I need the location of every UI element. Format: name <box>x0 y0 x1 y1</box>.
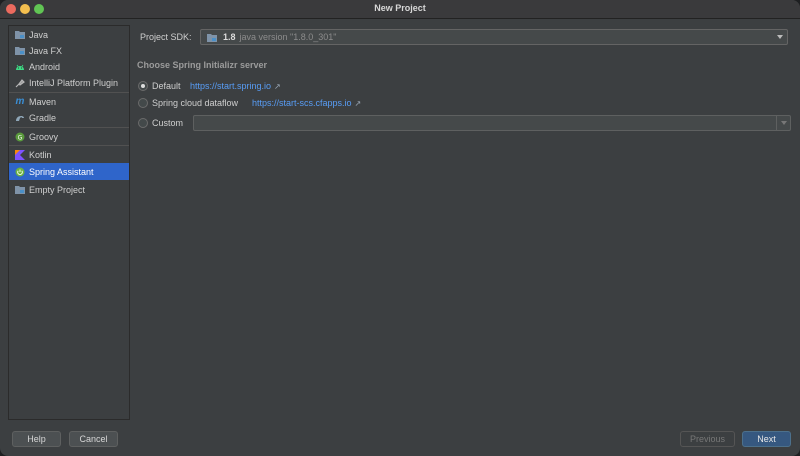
default-server-radio[interactable] <box>138 81 148 91</box>
plugin-icon <box>15 78 25 88</box>
custom-server-radio[interactable] <box>138 118 148 128</box>
spring-cloud-dataflow-link[interactable]: https://start-scs.cfapps.io ↗ <box>252 98 361 108</box>
svg-text:G: G <box>18 134 23 141</box>
spring-cloud-dataflow-radio[interactable] <box>138 98 148 108</box>
default-server-link[interactable]: https://start.spring.io ↗ <box>190 81 281 91</box>
link-text: https://start.spring.io <box>190 81 272 91</box>
sidebar-item-kotlin[interactable]: Kotlin <box>9 146 129 163</box>
sidebar-item-label: Empty Project <box>29 184 86 195</box>
spring-icon <box>15 167 25 177</box>
sidebar-item-label: Android <box>29 61 61 72</box>
external-link-icon: ↗ <box>354 99 362 108</box>
window-title: New Project <box>374 3 426 13</box>
sidebar-item-java-fx[interactable]: Java FX <box>9 42 129 59</box>
sidebar-item-java[interactable]: Java <box>9 26 129 43</box>
android-icon <box>15 62 25 72</box>
link-text: https://start-scs.cfapps.io <box>252 98 352 108</box>
kotlin-icon <box>15 149 25 160</box>
folder-icon <box>15 30 25 40</box>
external-link-icon: ↗ <box>274 82 281 91</box>
sidebar-item-label: IntelliJ Platform Plugin <box>29 77 119 88</box>
chevron-down-icon[interactable] <box>776 116 790 130</box>
sidebar-item-maven[interactable]: m Maven <box>9 93 129 110</box>
sidebar-item-label: Maven <box>29 96 57 107</box>
groovy-icon: G <box>15 132 25 142</box>
project-sdk-dropdown[interactable]: 1.8 java version "1.8.0_301" <box>200 29 788 45</box>
folder-icon <box>15 46 25 56</box>
project-sdk-label: Project SDK: <box>140 32 192 42</box>
default-server-label: Default <box>152 81 181 91</box>
sidebar-item-label: Java FX <box>29 45 63 56</box>
sidebar-item-groovy[interactable]: G Groovy <box>9 128 129 145</box>
project-type-list: Java Java FX Android IntelliJ Platform P… <box>8 25 130 420</box>
custom-server-label: Custom <box>152 118 184 128</box>
title-bar: New Project <box>0 0 800 19</box>
folder-icon <box>207 32 217 42</box>
sidebar-item-label: Java <box>29 29 49 40</box>
sdk-description: java version "1.8.0_301" <box>239 32 337 42</box>
sidebar-item-label: Gradle <box>29 112 57 123</box>
help-button[interactable]: Help <box>12 431 61 447</box>
sidebar-item-empty-project[interactable]: Empty Project <box>9 181 129 198</box>
cancel-button[interactable]: Cancel <box>69 431 118 447</box>
folder-icon <box>15 185 25 195</box>
previous-button[interactable]: Previous <box>680 431 735 447</box>
sidebar-item-label: Spring Assistant <box>29 166 94 177</box>
section-title: Choose Spring Initializr server <box>137 60 268 70</box>
gradle-icon <box>15 113 25 123</box>
sidebar-item-label: Kotlin <box>29 149 52 160</box>
sidebar-item-gradle[interactable]: Gradle <box>9 109 129 126</box>
maven-icon: m <box>15 96 25 107</box>
sidebar-item-label: Groovy <box>29 131 59 142</box>
sdk-version: 1.8 <box>223 32 236 42</box>
chevron-down-icon <box>777 35 783 39</box>
custom-server-input[interactable] <box>193 115 791 131</box>
sidebar-item-intellij-platform-plugin[interactable]: IntelliJ Platform Plugin <box>9 74 129 91</box>
spring-cloud-dataflow-label: Spring cloud dataflow <box>152 98 239 108</box>
next-button[interactable]: Next <box>742 431 791 447</box>
new-project-window: New Project Java Java FX Android Intelli… <box>0 0 800 456</box>
sidebar-item-android[interactable]: Android <box>9 58 129 75</box>
sidebar-item-spring-assistant[interactable]: Spring Assistant <box>9 163 129 180</box>
